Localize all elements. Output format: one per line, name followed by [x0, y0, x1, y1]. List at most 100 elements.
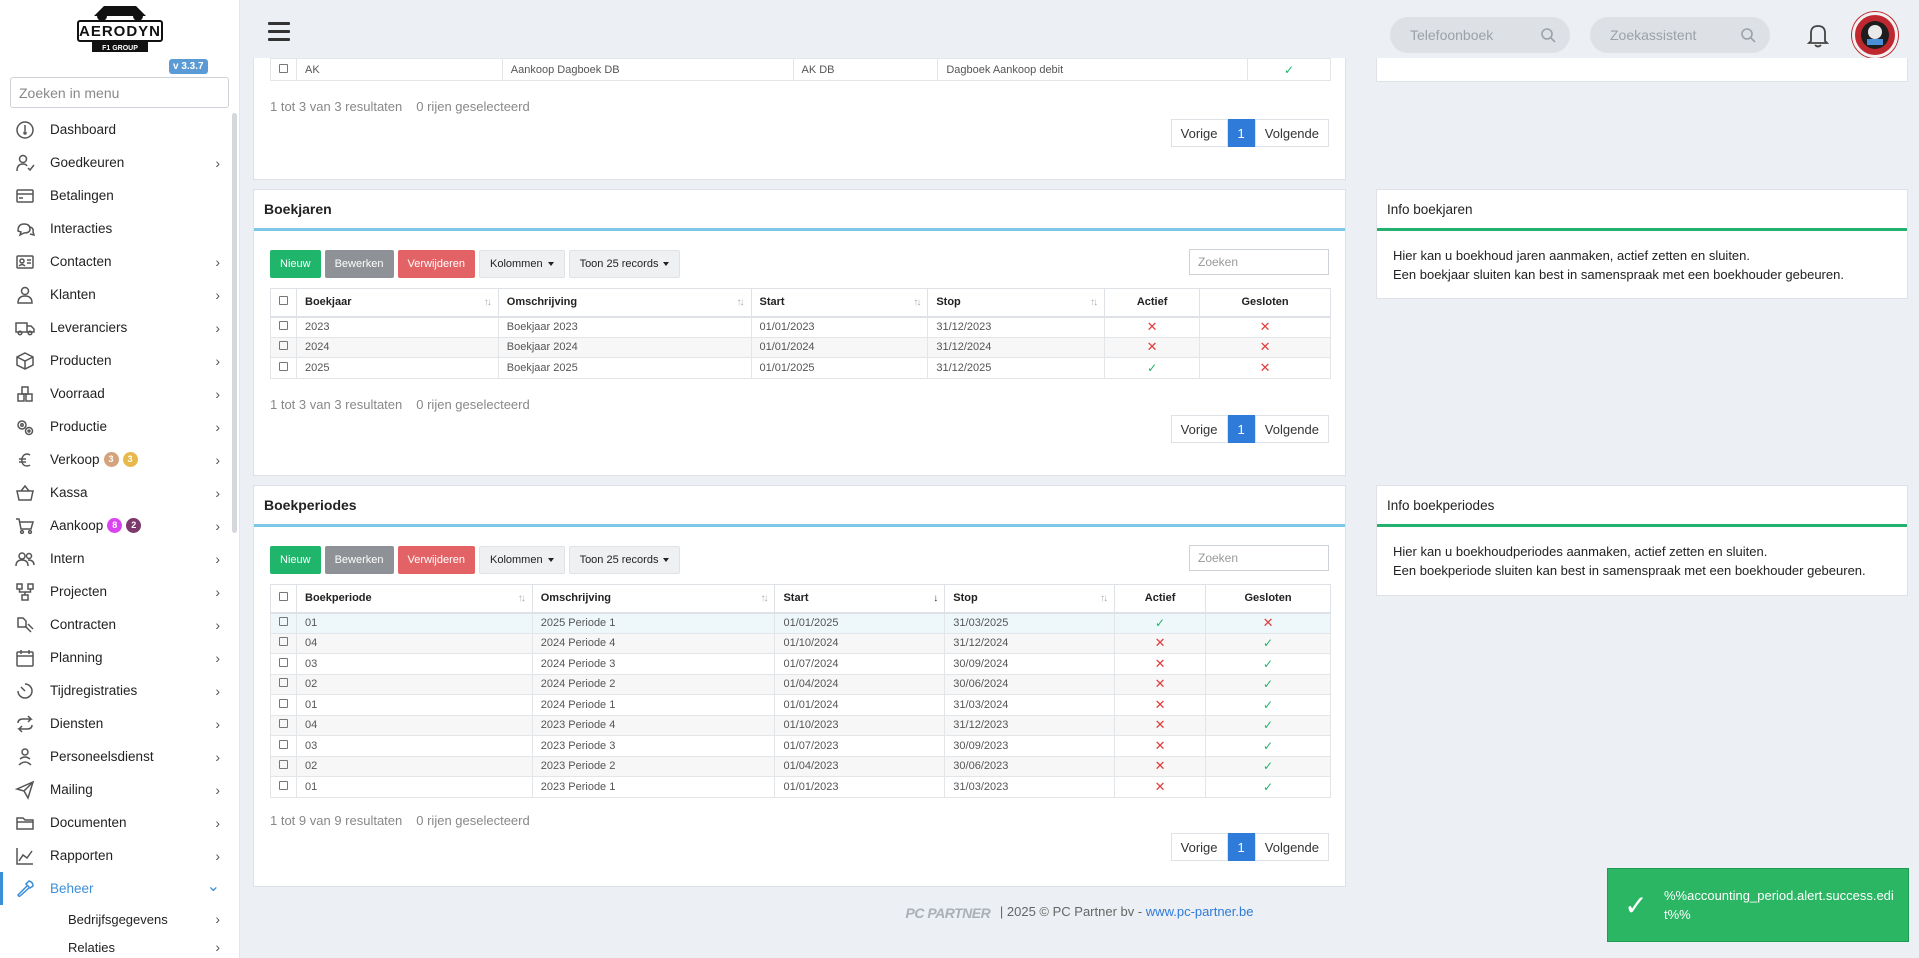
- row-checkbox[interactable]: [279, 739, 288, 749]
- page-1-button[interactable]: 1: [1227, 833, 1255, 861]
- sidebar-subitem-bedrijfsgegevens[interactable]: Bedrijfsgegevens ›: [0, 905, 239, 933]
- col-gesloten[interactable]: Gesloten: [1205, 584, 1331, 614]
- row-checkbox[interactable]: [279, 760, 288, 770]
- sidebar-item-mailing[interactable]: Mailing ›: [0, 773, 239, 806]
- col-start[interactable]: Start ↑↓: [750, 288, 929, 318]
- row-checkbox[interactable]: [279, 341, 288, 351]
- dashboard-icon: [0, 120, 50, 140]
- sidebar-item-intern[interactable]: Intern ›: [0, 542, 239, 575]
- select-all-checkbox[interactable]: [279, 592, 288, 602]
- row-checkbox[interactable]: [279, 637, 288, 647]
- col-actief[interactable]: Actief: [1104, 288, 1201, 318]
- edit-button[interactable]: Bewerken: [324, 546, 394, 574]
- page-1-button[interactable]: 1: [1227, 119, 1255, 147]
- menu-search-input[interactable]: [10, 77, 229, 108]
- col-gesloten[interactable]: Gesloten: [1199, 288, 1331, 318]
- sidebar-item-aankoop[interactable]: Aankoop 8 2 ›: [0, 509, 239, 542]
- sidebar-item-contacten[interactable]: Contacten ›: [0, 245, 239, 278]
- prev-page-button[interactable]: Vorige: [1170, 415, 1228, 443]
- sort-icon: ↑↓: [483, 297, 492, 308]
- table-row[interactable]: 03 2023 Periode 3 01/07/2023 30/09/2023 …: [270, 735, 1331, 757]
- page-1-button[interactable]: 1: [1227, 415, 1255, 443]
- next-page-button[interactable]: Volgende: [1254, 415, 1329, 443]
- delete-button[interactable]: Verwijderen: [397, 546, 475, 574]
- page-size-dropdown[interactable]: Toon 25 records: [568, 546, 681, 574]
- sidebar-item-klanten[interactable]: Klanten ›: [0, 278, 239, 311]
- row-checkbox[interactable]: [279, 617, 288, 626]
- sidebar-item-interacties[interactable]: Interacties: [0, 212, 239, 245]
- new-button[interactable]: Nieuw: [270, 250, 321, 278]
- avatar[interactable]: [1852, 12, 1898, 58]
- row-checkbox[interactable]: [279, 719, 288, 729]
- table-row[interactable]: 2023 Boekjaar 2023 01/01/2023 31/12/2023…: [270, 316, 1331, 338]
- sidebar-item-beheer[interactable]: Beheer ⌄: [0, 872, 239, 905]
- row-checkbox[interactable]: [279, 657, 288, 667]
- table-row[interactable]: 2024 Boekjaar 2024 01/01/2024 31/12/2024…: [270, 336, 1331, 358]
- edit-button[interactable]: Bewerken: [324, 250, 394, 278]
- phonebook-search[interactable]: Telefoonboek: [1390, 17, 1570, 53]
- col-stop[interactable]: Stop ↑↓: [927, 288, 1106, 318]
- success-toast[interactable]: ✓ %%accounting_period.alert.success.edit…: [1607, 868, 1909, 942]
- sidebar-item-contracten[interactable]: Contracten ›: [0, 608, 239, 641]
- next-page-button[interactable]: Volgende: [1254, 833, 1329, 861]
- columns-dropdown[interactable]: Kolommen: [478, 546, 565, 574]
- sidebar-scrollbar[interactable]: [232, 113, 237, 533]
- table-row[interactable]: 04 2024 Periode 4 01/10/2024 31/12/2024 …: [270, 632, 1331, 654]
- sidebar-item-diensten[interactable]: Diensten ›: [0, 707, 239, 740]
- row-checkbox[interactable]: [279, 698, 288, 708]
- sidebar-item-personeelsdienst[interactable]: Personeelsdienst ›: [0, 740, 239, 773]
- footer-link[interactable]: www.pc-partner.be: [1146, 904, 1254, 919]
- page-size-dropdown[interactable]: Toon 25 records: [568, 250, 681, 278]
- sidebar-subitem-relaties[interactable]: Relaties ›: [0, 933, 239, 958]
- sidebar-item-goedkeuren[interactable]: Goedkeuren ›: [0, 146, 239, 179]
- sidebar-item-projecten[interactable]: Projecten ›: [0, 575, 239, 608]
- sidebar-item-dashboard[interactable]: Dashboard: [0, 113, 239, 146]
- columns-dropdown[interactable]: Kolommen: [478, 250, 565, 278]
- boekperiodes-search-input[interactable]: [1189, 545, 1329, 571]
- info-card-fragment: [1376, 58, 1908, 82]
- col-start[interactable]: Start ↓: [774, 584, 946, 614]
- prev-page-button[interactable]: Vorige: [1170, 119, 1228, 147]
- col-boekperiode[interactable]: Boekperiode ↑↓: [296, 584, 533, 614]
- col-actief[interactable]: Actief: [1114, 584, 1207, 614]
- hamburger-menu-icon[interactable]: [268, 22, 290, 46]
- col-omschrijving[interactable]: Omschrijving ↑↓: [497, 288, 752, 318]
- sidebar-item-rapporten[interactable]: Rapporten ›: [0, 839, 239, 872]
- bell-icon[interactable]: [1806, 22, 1830, 48]
- prev-page-button[interactable]: Vorige: [1170, 833, 1228, 861]
- table-row[interactable]: 2025 Boekjaar 2025 01/01/2025 31/12/2025…: [270, 357, 1331, 379]
- sidebar-item-producten[interactable]: Producten ›: [0, 344, 239, 377]
- aerodyn-logo[interactable]: AERODYN F1 GROUP: [74, 2, 166, 54]
- row-checkbox[interactable]: [279, 780, 288, 790]
- table-row[interactable]: 01 2025 Periode 1 01/01/2025 31/03/2025 …: [270, 612, 1331, 634]
- table-row[interactable]: 03 2024 Periode 3 01/07/2024 30/09/2024 …: [270, 653, 1331, 675]
- boekjaren-search-input[interactable]: [1189, 249, 1329, 275]
- row-checkbox[interactable]: [279, 63, 288, 73]
- col-boekjaar[interactable]: Boekjaar ↑↓: [296, 288, 499, 318]
- sidebar-item-kassa[interactable]: Kassa ›: [0, 476, 239, 509]
- select-all-checkbox[interactable]: [279, 296, 288, 306]
- table-row[interactable]: 01 2023 Periode 1 01/01/2023 31/03/2023 …: [270, 776, 1331, 798]
- col-omschrijving[interactable]: Omschrijving ↑↓: [531, 584, 776, 614]
- table-row[interactable]: AK Aankoop Dagboek DB AK DB Dagboek Aank…: [270, 58, 1331, 81]
- sidebar-item-betalingen[interactable]: Betalingen: [0, 179, 239, 212]
- col-stop[interactable]: Stop ↑↓: [944, 584, 1116, 614]
- row-checkbox[interactable]: [279, 321, 288, 330]
- sidebar-item-leveranciers[interactable]: Leveranciers ›: [0, 311, 239, 344]
- table-row[interactable]: 04 2023 Periode 4 01/10/2023 31/12/2023 …: [270, 714, 1331, 736]
- table-row[interactable]: 01 2024 Periode 1 01/01/2024 31/03/2024 …: [270, 694, 1331, 716]
- sidebar-item-verkoop[interactable]: Verkoop 3 3 ›: [0, 443, 239, 476]
- sidebar-item-planning[interactable]: Planning ›: [0, 641, 239, 674]
- sidebar-item-productie[interactable]: Productie ›: [0, 410, 239, 443]
- sidebar-item-voorraad[interactable]: Voorraad ›: [0, 377, 239, 410]
- sidebar-item-documenten[interactable]: Documenten ›: [0, 806, 239, 839]
- delete-button[interactable]: Verwijderen: [397, 250, 475, 278]
- sidebar-item-tijdregistraties[interactable]: Tijdregistraties ›: [0, 674, 239, 707]
- row-checkbox[interactable]: [279, 678, 288, 688]
- row-checkbox[interactable]: [279, 361, 288, 371]
- assistant-search[interactable]: Zoekassistent: [1590, 17, 1770, 53]
- new-button[interactable]: Nieuw: [270, 546, 321, 574]
- table-row[interactable]: 02 2023 Periode 2 01/04/2023 30/06/2023 …: [270, 755, 1331, 777]
- table-row[interactable]: 02 2024 Periode 2 01/04/2024 30/06/2024 …: [270, 673, 1331, 695]
- next-page-button[interactable]: Volgende: [1254, 119, 1329, 147]
